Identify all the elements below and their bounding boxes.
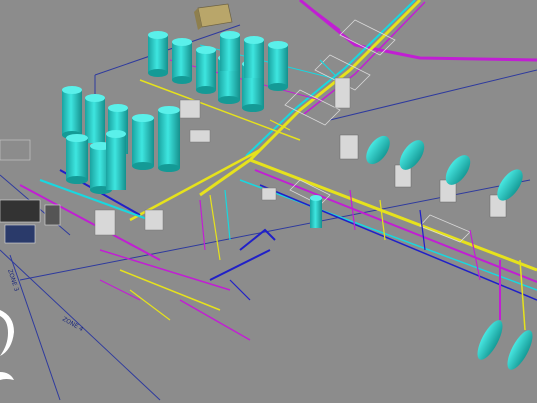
storage-tank xyxy=(66,134,88,184)
storage-tank xyxy=(172,38,192,84)
plant-3d-view: ZONE 4 ZONE 3 xyxy=(0,0,537,403)
storage-tank xyxy=(220,31,240,71)
storage-tank xyxy=(244,36,264,78)
storage-tank xyxy=(132,114,154,170)
vertical-vessel xyxy=(310,195,322,228)
storage-tank xyxy=(85,94,105,143)
storage-tank xyxy=(106,130,126,190)
storage-tank xyxy=(196,46,216,94)
storage-tank xyxy=(268,41,288,91)
storage-tank xyxy=(62,86,82,139)
storage-tank xyxy=(148,31,168,77)
storage-tank xyxy=(158,106,180,172)
